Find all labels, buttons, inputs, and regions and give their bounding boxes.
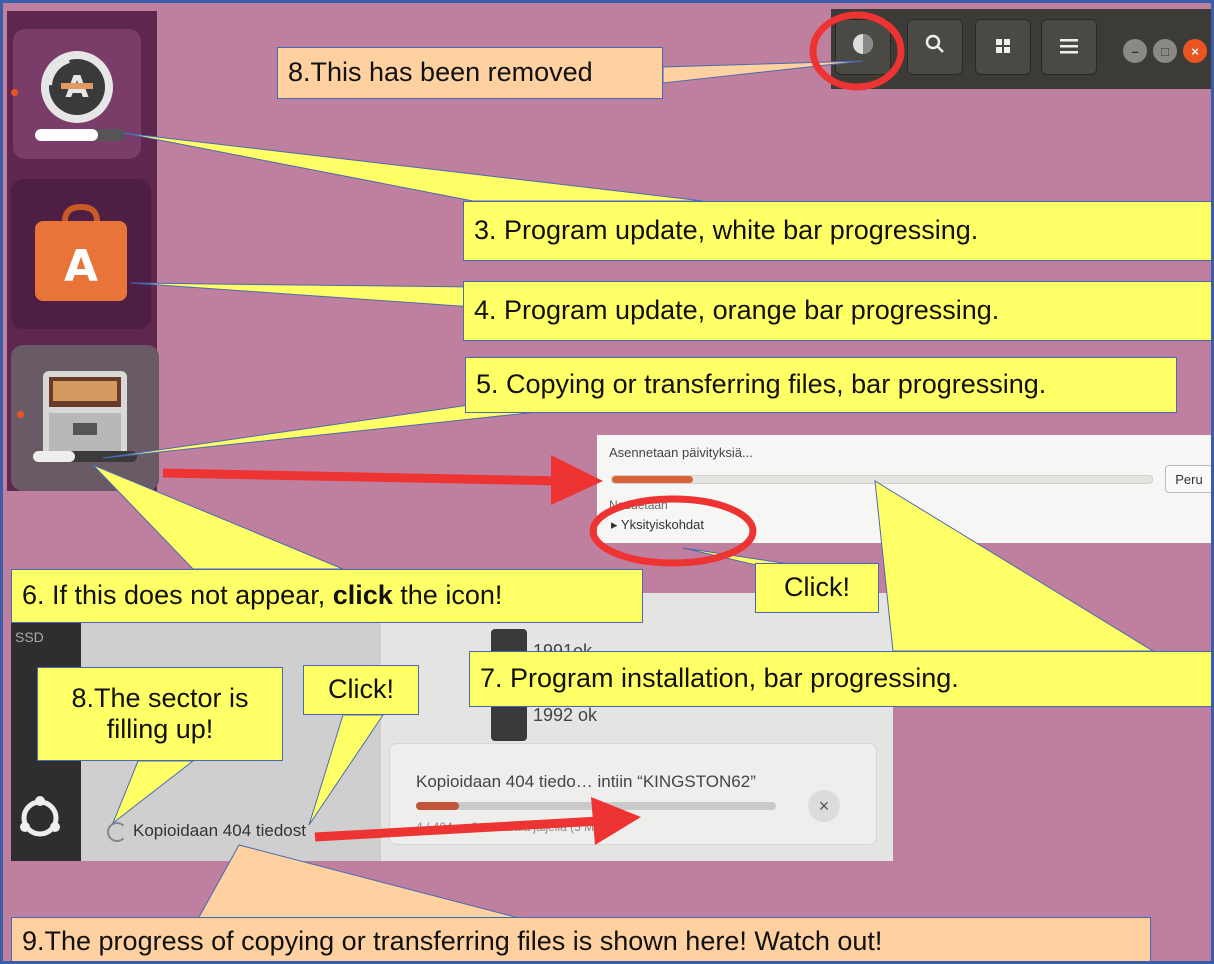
ubuntu-logo-icon[interactable] bbox=[17, 795, 63, 846]
minimize-icon: – bbox=[1131, 43, 1139, 59]
close-icon: × bbox=[818, 795, 830, 816]
cancel-copy-button[interactable]: × bbox=[808, 790, 840, 822]
callout-pointer bbox=[130, 282, 474, 308]
callout-text: 8.This has been removed bbox=[288, 57, 593, 88]
svg-text:A: A bbox=[64, 241, 98, 292]
callout-copying-files: 5. Copying or transferring files, bar pr… bbox=[465, 357, 1177, 413]
menu-icon bbox=[1060, 33, 1078, 61]
view-grid-button[interactable] bbox=[975, 19, 1031, 75]
callout-text: 5. Copying or transferring files, bar pr… bbox=[476, 369, 1047, 400]
callout-click-details: Click! bbox=[755, 563, 879, 613]
close-button[interactable]: × bbox=[1183, 39, 1207, 63]
install-progress-bar bbox=[611, 475, 1153, 484]
annotated-screenshot: A A bbox=[0, 0, 1214, 964]
launcher-item-files[interactable] bbox=[11, 345, 159, 491]
maximize-icon: □ bbox=[1161, 43, 1169, 59]
maximize-button[interactable]: □ bbox=[1153, 39, 1177, 63]
drive-label: SSD bbox=[15, 629, 44, 645]
minimize-button[interactable]: – bbox=[1123, 39, 1147, 63]
callout-text: Click! bbox=[328, 674, 394, 705]
callout-if-not-appear: 6. If this does not appear, click the ic… bbox=[11, 569, 643, 623]
menu-button[interactable] bbox=[1041, 19, 1097, 75]
details-expander[interactable]: ▸ Yksityiskohdat bbox=[611, 517, 704, 533]
running-indicator bbox=[11, 89, 18, 96]
callout-text-part: the icon! bbox=[392, 580, 503, 611]
top-bar: – □ × bbox=[831, 9, 1211, 89]
callout-text: 9.The progress of copying or transferrin… bbox=[22, 926, 883, 957]
install-title: Asennetaan päivityksiä... bbox=[609, 445, 753, 460]
sidebar-operation-label[interactable]: Kopioidaan 404 tiedost bbox=[133, 821, 306, 841]
callout-text: 3. Program update, white bar progressing… bbox=[474, 215, 979, 246]
install-updates-panel: Asennetaan päivityksiä... Peru Noudetaan… bbox=[597, 435, 1211, 543]
callout-text: Click! bbox=[784, 572, 850, 603]
running-indicator bbox=[17, 411, 24, 418]
launcher-item-software-updater[interactable]: A bbox=[11, 29, 141, 159]
grid-icon bbox=[995, 33, 1011, 61]
file-cabinet-icon bbox=[39, 367, 131, 463]
details-label: Yksityiskohdat bbox=[620, 517, 704, 532]
callout-text: 6. If this does not appear, click the ic… bbox=[22, 580, 502, 611]
copy-operation-card: Kopioidaan 404 tiedo… intiin “KINGSTON62… bbox=[389, 743, 877, 845]
operation-spinner-icon bbox=[107, 822, 127, 842]
folder-name[interactable]: 1992 ok bbox=[533, 705, 597, 726]
callout-text: 4. Program update, orange bar progressin… bbox=[474, 295, 1000, 326]
launcher-item-ubuntu-software[interactable]: A bbox=[11, 179, 151, 329]
callout-program-installation: 7. Program installation, bar progressing… bbox=[469, 651, 1211, 707]
search-icon bbox=[925, 33, 945, 61]
pie-progress-button[interactable] bbox=[835, 19, 891, 75]
search-button[interactable] bbox=[907, 19, 963, 75]
cancel-button[interactable]: Peru bbox=[1165, 465, 1211, 493]
install-status: Noudetaan bbox=[609, 498, 668, 512]
callout-program-update-orange: 4. Program update, orange bar progressin… bbox=[463, 281, 1211, 341]
callout-sector-filling: 8.The sector is filling up! bbox=[37, 667, 283, 761]
callout-text-part: 6. If this does not appear, bbox=[22, 580, 333, 611]
callout-bold-text: click bbox=[332, 580, 393, 611]
copy-card-progress-bar bbox=[416, 802, 776, 810]
copy-title: Kopioidaan 404 tiedo… intiin “KINGSTON62… bbox=[416, 772, 756, 791]
callout-removed: 8.This has been removed bbox=[277, 47, 663, 99]
close-icon: × bbox=[1191, 43, 1199, 59]
ubuntu-software-icon: A bbox=[29, 203, 133, 307]
software-updater-icon: A bbox=[35, 45, 119, 129]
callout-click-sidebar: Click! bbox=[303, 665, 419, 715]
red-arrow bbox=[162, 455, 603, 505]
pie-progress-icon bbox=[851, 32, 875, 63]
callout-pointer bbox=[122, 132, 704, 202]
callout-text: 8.The sector is filling up! bbox=[71, 682, 249, 744]
update-progress-bar-white bbox=[35, 129, 125, 141]
callout-progress-shown: 9.The progress of copying or transferrin… bbox=[11, 917, 1151, 961]
callout-program-update-white: 3. Program update, white bar progressing… bbox=[463, 201, 1211, 261]
callout-text: 7. Program installation, bar progressing… bbox=[480, 663, 959, 694]
copy-progress-bar bbox=[33, 451, 137, 462]
copy-status: 4 / 404 — 8 minuuttia jäljellä (5 Mt/s) bbox=[416, 820, 611, 834]
expander-triangle-icon: ▸ bbox=[611, 517, 621, 532]
